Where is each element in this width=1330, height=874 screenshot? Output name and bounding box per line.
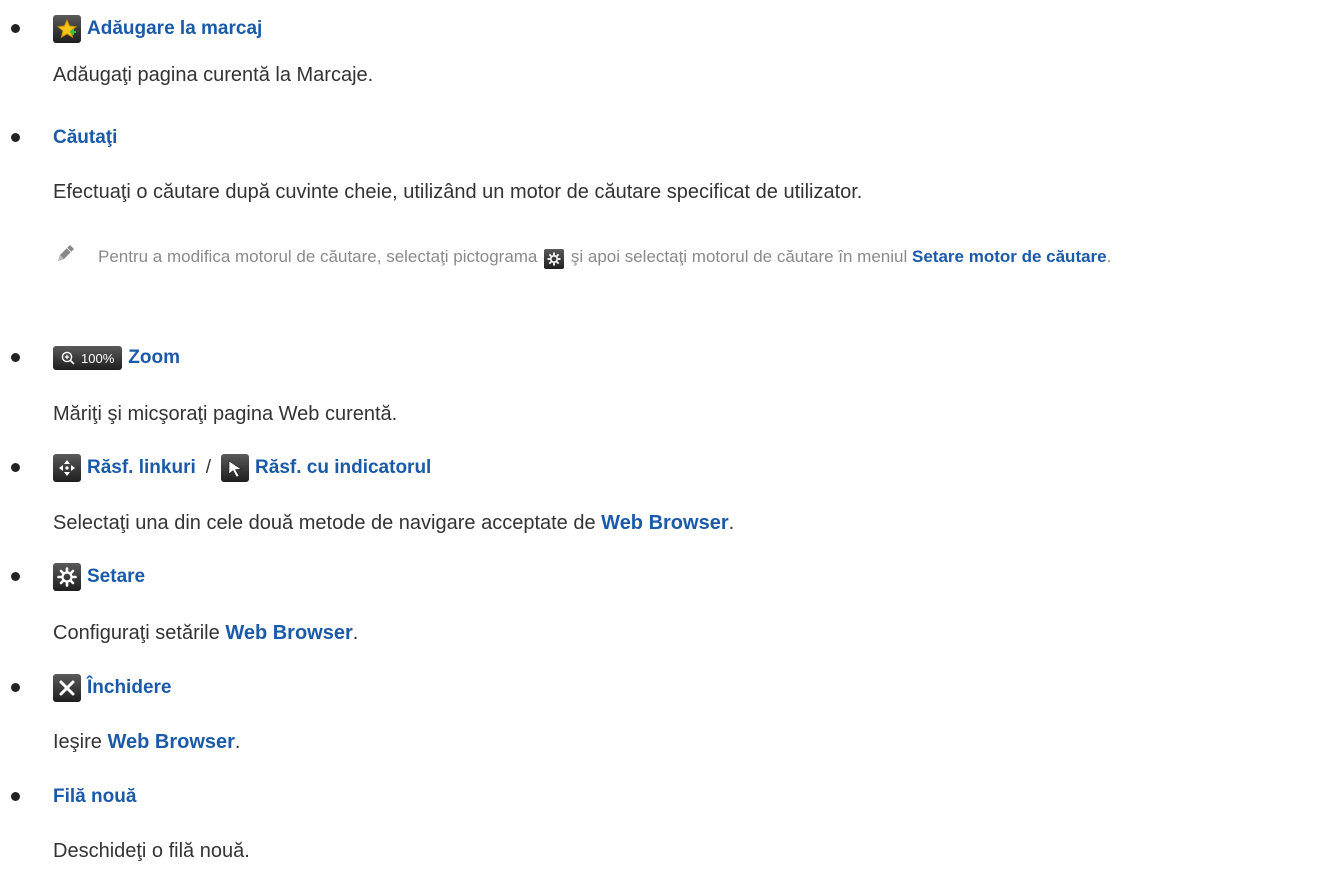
item-title-text: Răsf. cu indicatorul bbox=[255, 457, 432, 478]
pencil-icon bbox=[53, 242, 77, 271]
item-title: Căutaţi bbox=[53, 124, 117, 152]
item-description: Configuraţi setările Web Browser. bbox=[53, 622, 358, 645]
menu-name-link: Setare motor de căutare bbox=[912, 247, 1107, 266]
desc-text: Selectaţi una din cele două metode de na… bbox=[53, 512, 596, 534]
item-title: Filă nouă bbox=[53, 783, 136, 811]
item-title-text: Căutaţi bbox=[53, 127, 118, 148]
separator: / bbox=[205, 457, 212, 478]
item-title-text: Răsf. linkuri bbox=[87, 457, 196, 478]
desc-end: . bbox=[352, 622, 359, 644]
zoom-level: 100% bbox=[81, 350, 115, 366]
gear-icon bbox=[544, 249, 565, 269]
app-name: Web Browser bbox=[601, 512, 729, 534]
bullet bbox=[11, 572, 20, 581]
bullet bbox=[11, 463, 20, 472]
item-description: Măriţi şi micşoraţi pagina Web curentă. bbox=[53, 403, 398, 425]
bullet bbox=[11, 792, 20, 801]
note-text-part: şi apoi selectaţi motorul de căutare în … bbox=[570, 247, 908, 266]
item-description: Ieşire Web Browser. bbox=[53, 731, 240, 754]
zoom-icon: 100% bbox=[53, 346, 123, 370]
item-title: Setare bbox=[53, 563, 145, 591]
app-name: Web Browser bbox=[225, 622, 353, 644]
document-page: Adăugare la marcaj Adăugaţi pagina curen… bbox=[0, 0, 1330, 874]
desc-text: Configuraţi setările bbox=[53, 622, 220, 644]
note-text: Pentru a modifica motorul de căutare, se… bbox=[98, 242, 1328, 272]
arrows-navigate-icon bbox=[53, 454, 81, 482]
gear-icon bbox=[53, 563, 81, 591]
item-description: Adăugaţi pagina curentă la Marcaje. bbox=[53, 64, 374, 86]
item-description: Efectuaţi o căutare după cuvinte cheie, … bbox=[53, 181, 863, 203]
desc-end: . bbox=[728, 512, 735, 534]
item-title-text: Închidere bbox=[87, 677, 172, 698]
item-title-text: Setare bbox=[87, 566, 146, 587]
item-description: Selectaţi una din cele două metode de na… bbox=[53, 512, 734, 535]
desc-end: . bbox=[234, 731, 241, 753]
bullet bbox=[11, 133, 20, 142]
bullet bbox=[11, 683, 20, 692]
bullet bbox=[11, 353, 20, 362]
item-title-text: Adăugare la marcaj bbox=[87, 18, 263, 39]
item-title-text: Filă nouă bbox=[53, 786, 137, 807]
pointer-cursor-icon bbox=[221, 454, 250, 482]
item-title: Răsf. linkuri / Răsf. cu indicatorul bbox=[53, 454, 431, 482]
item-description: Deschideţi o filă nouă. bbox=[53, 840, 250, 862]
item-title: Adăugare la marcaj bbox=[53, 15, 262, 43]
bullet bbox=[11, 24, 20, 33]
note-text-part: Pentru a modifica motorul de căutare, se… bbox=[98, 247, 538, 266]
close-icon bbox=[53, 674, 81, 702]
item-title: Închidere bbox=[53, 674, 171, 702]
item-title: 100% Zoom bbox=[53, 344, 180, 372]
app-name: Web Browser bbox=[107, 731, 235, 753]
star-bookmark-icon bbox=[53, 15, 81, 43]
item-title-text: Zoom bbox=[128, 347, 180, 368]
desc-text: Ieşire bbox=[53, 731, 102, 753]
note-text-end: . bbox=[1106, 247, 1112, 266]
zoom-in-icon bbox=[61, 351, 75, 365]
